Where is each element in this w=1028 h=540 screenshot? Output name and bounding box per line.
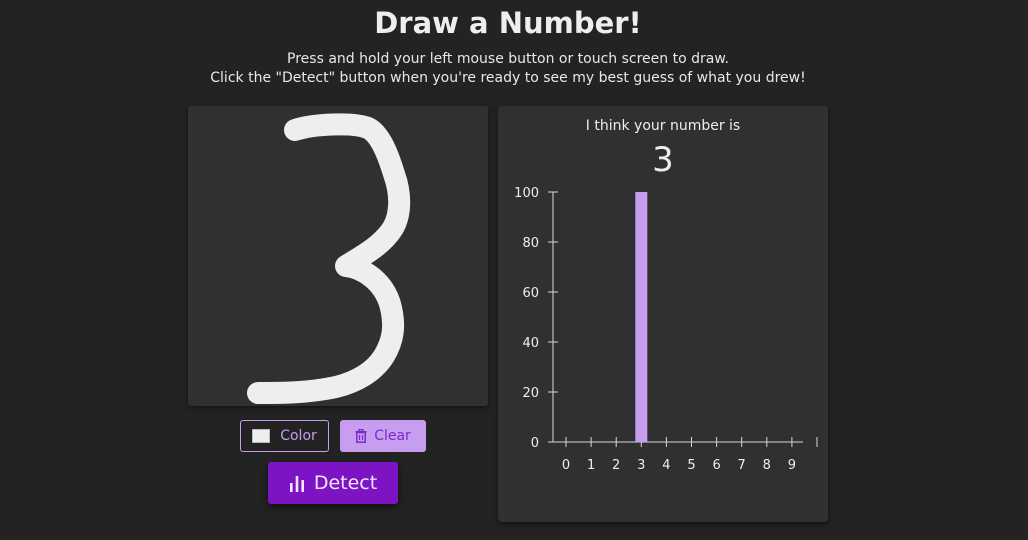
instruction-line-2: Click the "Detect" button when you're re… [210, 70, 806, 86]
clear-button[interactable]: Clear [340, 420, 426, 452]
x-tick-label: 2 [612, 458, 620, 473]
bar-3 [635, 192, 648, 442]
y-tick-label: 60 [522, 286, 539, 301]
x-tick-label: 6 [712, 458, 720, 473]
y-tick-label: 20 [522, 386, 539, 401]
x-tick-label: 3 [637, 458, 645, 473]
detect-button-label: Detect [313, 472, 378, 494]
color-swatch [252, 429, 271, 443]
x-tick-label: 8 [763, 458, 771, 473]
page: Draw a Number! Press and hold your left … [0, 0, 1028, 540]
x-tick-label: 9 [788, 458, 796, 473]
instruction-line-1: Press and hold your left mouse button or… [287, 51, 729, 67]
x-tick-label: 1 [587, 458, 595, 473]
bar-chart-icon [289, 474, 305, 492]
drawn-digit [247, 113, 411, 404]
y-tick-label: 80 [522, 236, 539, 251]
x-tick-label: 4 [662, 458, 670, 473]
y-tick-label: 40 [522, 336, 539, 351]
detect-button[interactable]: Detect [268, 462, 398, 504]
x-tick-label: 5 [687, 458, 695, 473]
probability-chart: 0 20 40 60 80 100 0 1 2 3 4 5 6 7 8 9 [514, 186, 818, 473]
y-tick-label: 100 [514, 186, 539, 201]
x-tick-label: 0 [562, 458, 570, 473]
clear-button-label: Clear [374, 428, 411, 444]
page-title: Draw a Number! [374, 6, 642, 40]
color-button-label: Color [280, 428, 317, 444]
result-panel: I think your number is 3 0 20 40 60 80 100 0 1 2… [498, 106, 828, 522]
color-button[interactable]: Color [240, 420, 329, 452]
trash-icon [355, 429, 367, 443]
x-tick-label: 7 [738, 458, 746, 473]
y-tick-label: 0 [531, 436, 539, 451]
drawing-canvas[interactable] [188, 106, 488, 406]
